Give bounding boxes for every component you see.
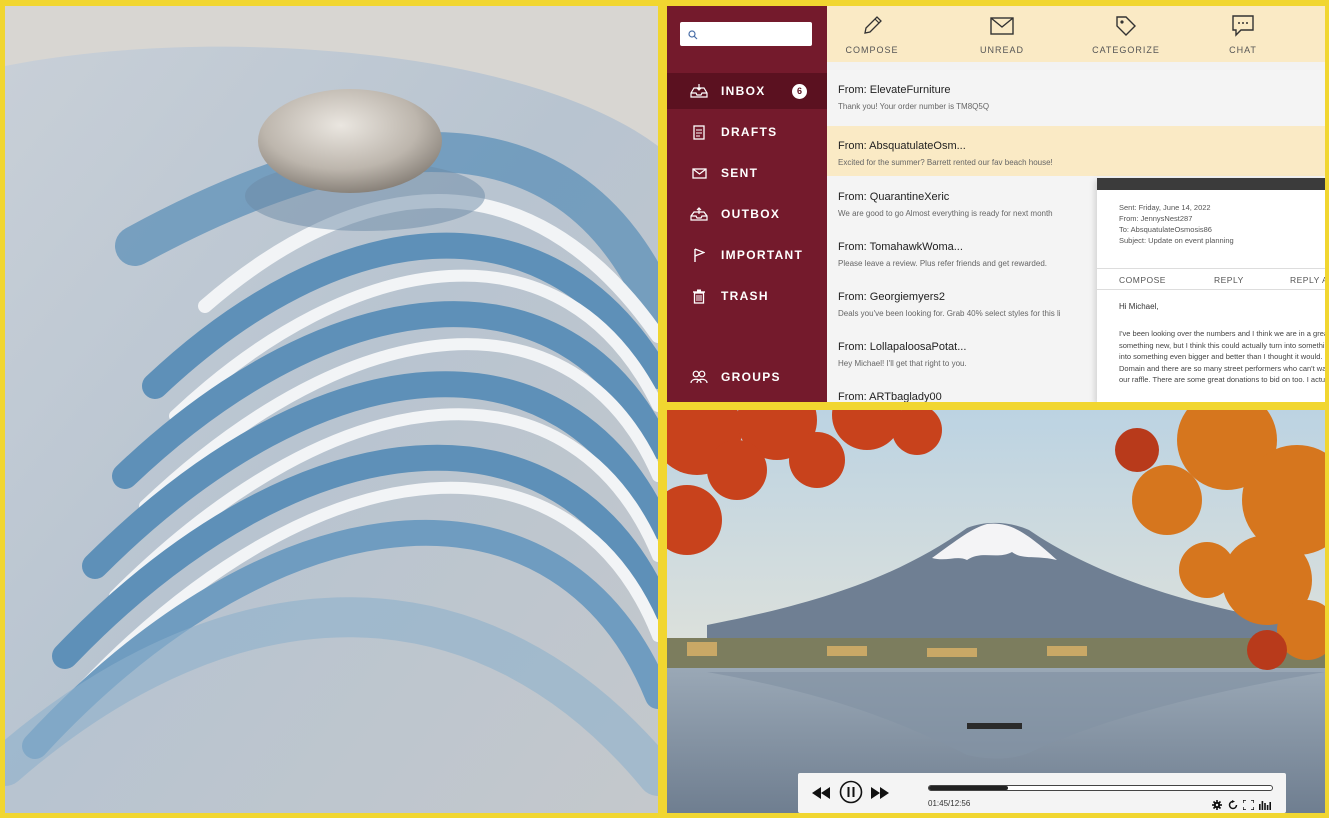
progress-bar[interactable] <box>928 785 1273 791</box>
sidebar-item-groups[interactable]: GROUPS <box>667 359 827 395</box>
fullscreen-button[interactable] <box>1242 797 1255 813</box>
player-controls: 01:45/12:56 <box>798 773 1286 813</box>
categorize-label: CATEGORIZE <box>1092 45 1160 55</box>
reading-pane: Sent: Friday, June 14, 2022 From: Jennys… <box>1097 178 1325 402</box>
sidebar-item-trash[interactable]: TRASH <box>667 278 827 314</box>
sidebar-item-label: TRASH <box>721 289 769 303</box>
body-line: Domain and there are so many street perf… <box>1119 363 1325 373</box>
sidebar-item-label: GROUPS <box>721 370 781 384</box>
email-client: INBOX 6 DRAFTS SENT OUTBOX IMPORTANT TRA… <box>667 6 1325 402</box>
mountain-lake-image <box>667 410 1325 813</box>
sidebar-item-label: DRAFTS <box>721 125 778 139</box>
message-preview: Thank you! Your order number is TM8Q5Q <box>838 102 990 111</box>
outbox-icon <box>689 204 709 224</box>
progress-fill <box>929 786 1008 790</box>
unread-label: UNREAD <box>979 45 1024 55</box>
message-sender: From: AbsquatulateOsm... <box>838 140 966 152</box>
list-item[interactable]: From: ElevateFurniture Thank you! Your o… <box>827 70 1325 120</box>
zen-garden-image <box>5 6 658 813</box>
greeting: Hi Michael, <box>1119 302 1159 311</box>
tag-icon <box>1081 13 1171 39</box>
toolbar: COMPOSE UNREAD CATEGORIZE CHAT <box>827 6 1325 62</box>
chat-button[interactable]: CHAT <box>1198 13 1288 55</box>
fullscreen-icon <box>1242 799 1255 811</box>
flag-icon <box>689 245 709 265</box>
settings-button[interactable] <box>1212 797 1222 813</box>
list-item[interactable]: From: AbsquatulateOsm... Excited for the… <box>827 126 1325 176</box>
compose-label: COMPOSE <box>845 45 899 55</box>
categorize-button[interactable]: CATEGORIZE <box>1081 13 1171 55</box>
chat-icon <box>1198 13 1288 39</box>
subject: Subject: Update on event planning <box>1119 236 1234 245</box>
reading-actions: COMPOSE REPLY REPLY A <box>1097 268 1325 290</box>
envelope-icon <box>689 163 709 183</box>
replay-button[interactable] <box>1228 797 1238 813</box>
compose-button[interactable]: COMPOSE <box>827 13 917 55</box>
sidebar-item-label: OUTBOX <box>721 207 781 221</box>
message-preview: Excited for the summer? Barrett rented o… <box>838 158 1053 167</box>
reply-link[interactable]: REPLY <box>1214 275 1244 285</box>
sender: From: JennysNest287 <box>1119 214 1193 223</box>
message-sender: From: ElevateFurniture <box>838 84 951 96</box>
message-body: I've been looking over the numbers and I… <box>1119 328 1325 386</box>
video-player: 01:45/12:56 <box>667 410 1325 813</box>
time-readout: 01:45/12:56 <box>928 799 971 808</box>
rewind-icon <box>812 787 830 799</box>
sidebar-item-outbox[interactable]: OUTBOX <box>667 196 827 232</box>
fast-forward-icon <box>871 787 889 799</box>
body-line: I've been looking over the numbers and I… <box>1119 329 1325 338</box>
sidebar-item-sent[interactable]: SENT <box>667 155 827 191</box>
search-icon <box>688 27 698 45</box>
inbox-icon <box>689 81 709 101</box>
envelope-icon <box>957 13 1047 39</box>
fast-forward-button[interactable] <box>871 786 889 804</box>
unread-button[interactable]: UNREAD <box>957 13 1047 55</box>
sidebar: INBOX 6 DRAFTS SENT OUTBOX IMPORTANT TRA… <box>667 6 827 402</box>
drafts-icon <box>689 122 709 142</box>
groups-icon <box>689 367 709 387</box>
recipient: To: AbsquatulateOsmosis86 <box>1119 225 1212 234</box>
sent-date: Sent: Friday, June 14, 2022 <box>1119 203 1211 212</box>
compose-link[interactable]: COMPOSE <box>1119 275 1166 285</box>
reply-all-link[interactable]: REPLY A <box>1290 275 1325 285</box>
body-line: into something even bigger and better th… <box>1119 352 1323 362</box>
chat-label: CHAT <box>1229 45 1257 55</box>
sidebar-item-label: SENT <box>721 166 759 180</box>
pause-button[interactable] <box>839 780 863 809</box>
pencil-icon <box>827 13 917 39</box>
sidebar-item-inbox[interactable]: INBOX 6 <box>667 73 827 109</box>
equalizer-button[interactable] <box>1259 797 1271 813</box>
body-line: something new, but I think this could ac… <box>1119 340 1325 350</box>
trash-icon <box>689 286 709 306</box>
sidebar-item-drafts[interactable]: DRAFTS <box>667 114 827 150</box>
message-meta: Sent: Friday, June 14, 2022 From: Jennys… <box>1097 190 1325 246</box>
unread-count-badge: 6 <box>792 84 807 99</box>
reading-pane-header-bar <box>1097 178 1325 190</box>
search-input[interactable] <box>680 22 812 46</box>
sidebar-item-label: IMPORTANT <box>721 248 804 262</box>
equalizer-icon <box>1259 801 1271 810</box>
sidebar-item-label: INBOX <box>721 84 766 98</box>
pause-icon <box>839 780 863 804</box>
body-line: our raffle. There are some great donatio… <box>1119 375 1325 385</box>
rewind-button[interactable] <box>812 786 830 804</box>
replay-icon <box>1228 800 1238 810</box>
gear-icon <box>1212 800 1222 810</box>
sidebar-item-important[interactable]: IMPORTANT <box>667 237 827 273</box>
